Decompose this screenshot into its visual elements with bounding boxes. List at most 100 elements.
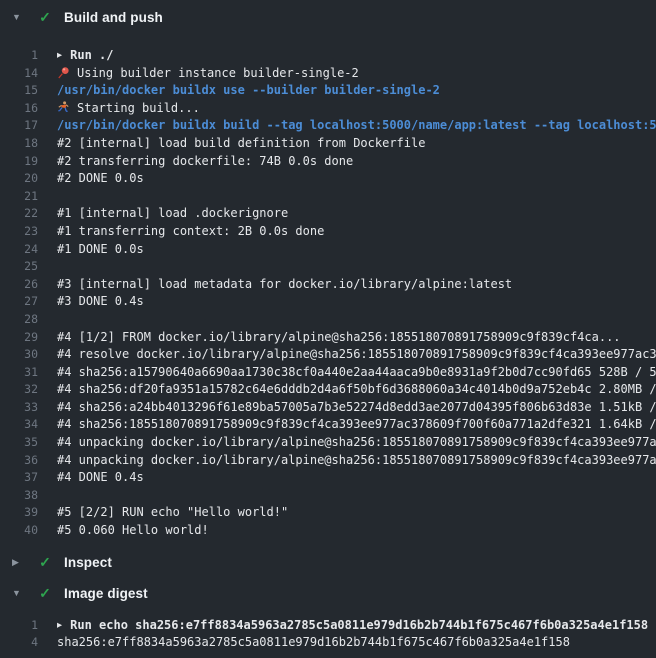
expand-arrow-icon[interactable]: ▶ [57,617,62,634]
log-message-text: #4 DONE 0.4s [57,470,144,484]
log-line: 23 #1 transferring context: 2B 0.0s done [0,223,656,241]
log-message-text: #4 sha256:df20fa9351a15782c64e6dddb2d4a6… [57,382,656,396]
log-message-text: #5 [2/2] RUN echo "Hello world!" [57,505,288,519]
line-number[interactable]: 16 [0,100,38,118]
log-line: 14 Using builder instance builder-single-… [0,65,656,83]
log-line: 4 sha256:e7ff8834a5963a2785c5a0811e979d16… [0,634,656,652]
pushpin-emoji-icon [57,66,70,79]
log-message-text: sha256:e7ff8834a5963a2785c5a0811e979d16b… [57,635,570,649]
log-message-text: #4 unpacking docker.io/library/alpine@sh… [57,453,656,467]
line-number[interactable]: 28 [0,311,38,329]
log-message-text: #4 unpacking docker.io/library/alpine@sh… [57,435,656,449]
log-text: #4 sha256:df20fa9351a15782c64e6dddb2d4a6… [57,381,656,399]
log-line: 33 #4 sha256:a24bb4013296f61e89ba57005a7b… [0,399,656,417]
line-number[interactable]: 33 [0,399,38,417]
line-number[interactable]: 23 [0,223,38,241]
section-title: Image digest [64,586,148,601]
line-number[interactable]: 21 [0,188,38,206]
line-number[interactable]: 38 [0,487,38,505]
log-text: #4 sha256:185518070891758909c9f839cf4ca3… [57,416,656,434]
log-message-text: #3 [internal] load metadata for docker.i… [57,277,512,291]
log-line: 21 [0,188,656,206]
log-line: 18#2 [internal] load build definition fr… [0,135,656,153]
chevron-down-icon[interactable]: ▼ [12,588,28,598]
line-number[interactable]: 22 [0,205,38,223]
line-number[interactable]: 35 [0,434,38,452]
log-text: #4 sha256:a24bb4013296f61e89ba57005a7b3e… [57,399,656,417]
line-number[interactable]: 29 [0,329,38,347]
line-number[interactable]: 1 [0,47,38,65]
log-line: 31 #4 sha256:a15790640a6690aa1730c38cf0a4… [0,364,656,382]
line-number[interactable]: 37 [0,469,38,487]
line-number[interactable]: 27 [0,293,38,311]
log-text: #5 0.060 Hello world! [57,522,656,540]
log-line: 29#4 [1/2] FROM docker.io/library/alpine… [0,329,656,347]
log-message-text: #1 [internal] load .dockerignore [57,206,288,220]
run-group-line: ▶ Run echo sha256:e7ff8834a5963a2785c5a08… [57,617,656,635]
section-header-build-and-push[interactable]: ▼✓Build and push [0,0,656,34]
log-text: #3 [internal] load metadata for docker.i… [57,276,656,294]
section-header-inspect[interactable]: ▶✓Inspect [0,547,656,578]
line-number[interactable]: 19 [0,153,38,171]
log-text: #4 resolve docker.io/library/alpine@sha2… [57,346,656,364]
log-block-build-and-push: 1▶Run ./14Using builder instance builder… [0,34,656,547]
line-number[interactable]: 34 [0,416,38,434]
line-number[interactable]: 17 [0,117,38,135]
log-text: #5 [2/2] RUN echo "Hello world!" [57,504,656,522]
line-number[interactable]: 26 [0,276,38,294]
log-line: 40 #5 0.060 Hello world! [0,522,656,540]
log-message-text: #5 0.060 Hello world! [57,523,209,537]
command-text: /usr/bin/docker buildx build --tag local… [57,118,656,132]
line-number[interactable]: 24 [0,241,38,259]
section-header-image-digest[interactable]: ▼✓Image digest [0,578,656,609]
line-number[interactable]: 40 [0,522,38,540]
log-line: 20#2 DONE 0.0s [0,170,656,188]
log-message-text: #4 sha256:185518070891758909c9f839cf4ca3… [57,417,656,431]
line-number[interactable]: 39 [0,504,38,522]
log-line: 19 #2 transferring dockerfile: 74B 0.0s d… [0,153,656,171]
line-number[interactable]: 31 [0,364,38,382]
log-line: 35 #4 unpacking docker.io/library/alpine@… [0,434,656,452]
run-command-text: Run echo sha256:e7ff8834a5963a2785c5a081… [70,618,648,632]
log-line: 1 ▶ Run echo sha256:e7ff8834a5963a2785c5a0… [0,617,656,635]
chevron-right-icon[interactable]: ▶ [12,557,28,568]
log-text: #3 DONE 0.4s [57,293,656,311]
log-line: 34 #4 sha256:185518070891758909c9f839cf4c… [0,416,656,434]
log-text: #4 DONE 0.4s [57,469,656,487]
log-block-image-digest: 1 ▶ Run echo sha256:e7ff8834a5963a2785c5a0… [0,609,656,656]
log-line: 1▶Run ./ [0,47,656,65]
log-text: #1 transferring context: 2B 0.0s done [57,223,656,241]
expand-arrow-icon[interactable]: ▶ [57,48,62,65]
log-message-text: Starting build... [77,101,200,115]
log-line: 32 #4 sha256:df20fa9351a15782c64e6dddb2d4… [0,381,656,399]
log-message-text: Using builder instance builder-single-2 [77,66,359,80]
log-line: 38 [0,487,656,505]
line-number[interactable]: 4 [0,634,38,652]
log-line: 36 #4 unpacking docker.io/library/alpine@… [0,452,656,470]
log-text: #2 transferring dockerfile: 74B 0.0s don… [57,153,656,171]
log-message-text: #4 sha256:a24bb4013296f61e89ba57005a7b3e… [57,400,656,414]
chevron-down-icon[interactable]: ▼ [12,12,28,22]
line-number[interactable]: 20 [0,170,38,188]
log-text: #4 sha256:a15790640a6690aa1730c38cf0a440… [57,364,656,382]
log-text: Using builder instance builder-single-2 [57,65,656,83]
check-icon: ✓ [36,9,54,26]
log-text: sha256:e7ff8834a5963a2785c5a0811e979d16b… [57,634,656,652]
line-number[interactable]: 36 [0,452,38,470]
line-number[interactable]: 1 [0,617,38,635]
workflow-log-viewer: ▼✓Build and push1▶Run ./14Using builder … [0,0,656,658]
line-number[interactable]: 18 [0,135,38,153]
line-number[interactable]: 15 [0,82,38,100]
log-line: 24#1 DONE 0.0s [0,241,656,259]
log-text: /usr/bin/docker buildx use --builder bui… [57,82,656,100]
log-message-text: #1 transferring context: 2B 0.0s done [57,224,324,238]
log-line: 37 #4 DONE 0.4s [0,469,656,487]
check-icon: ✓ [36,554,54,571]
log-line: 27 #3 DONE 0.4s [0,293,656,311]
line-number[interactable]: 14 [0,65,38,83]
command-text: /usr/bin/docker buildx use --builder bui… [57,83,440,97]
line-number[interactable]: 25 [0,258,38,276]
line-number[interactable]: 30 [0,346,38,364]
line-number[interactable]: 32 [0,381,38,399]
log-message-text: #2 transferring dockerfile: 74B 0.0s don… [57,154,353,168]
